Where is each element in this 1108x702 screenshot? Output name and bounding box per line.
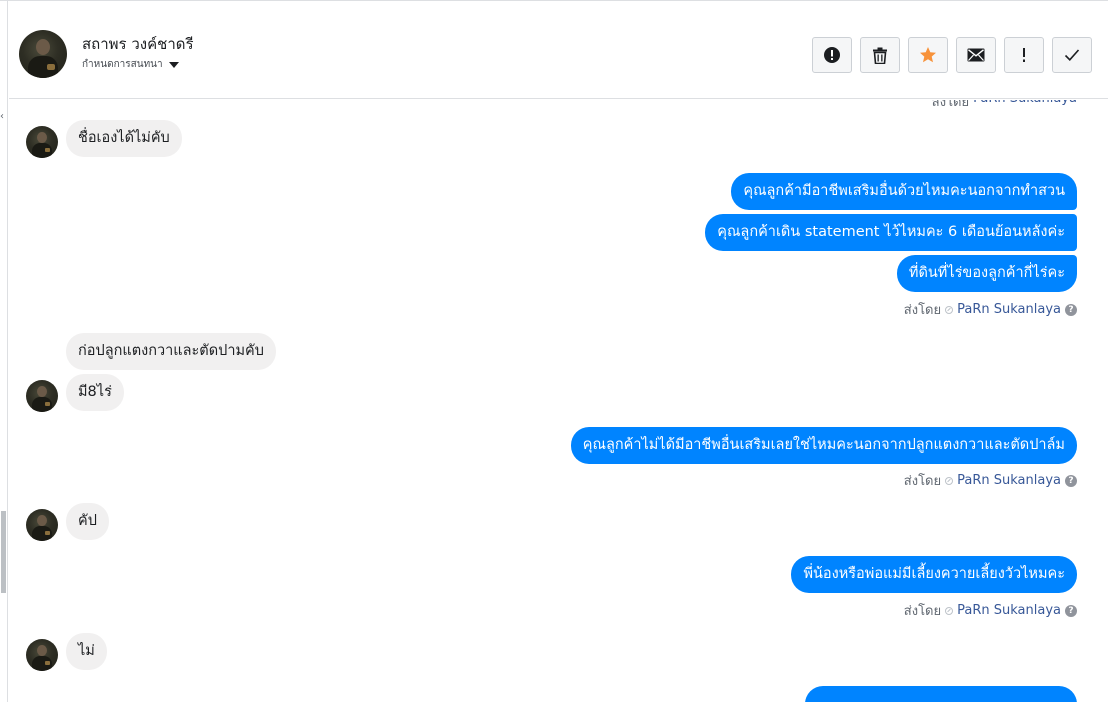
incoming-message[interactable]: มี8ไร่ <box>66 374 124 411</box>
exclamation-circle-icon <box>824 47 840 63</box>
contact-avatar-small[interactable] <box>26 126 58 158</box>
flag-button[interactable] <box>1004 37 1044 73</box>
outgoing-message[interactable]: คุณลูกค้ามีอาชีพเสริมอื่นด้วยไหมคะนอกจาก… <box>731 173 1077 210</box>
contact-avatar-small[interactable] <box>26 380 58 412</box>
collapse-caret-icon[interactable]: ‹ <box>0 111 4 122</box>
conversation-header: สถาพร วงค์ชาดรี กำหนดการสนทนา <box>9 11 1108 99</box>
agent-name[interactable]: PaRn Sukanlaya <box>973 100 1077 112</box>
star-button[interactable] <box>908 37 948 73</box>
sent-by-label: ส่งโดย PaRn Sukanlaya ? <box>904 600 1077 621</box>
star-icon <box>920 47 936 63</box>
sent-by-label: ส่งโดย PaRn Sukanlaya <box>932 100 1077 112</box>
seen-status-icon <box>945 606 954 615</box>
conversation-window: ‹ สถาพร วงค์ชาดรี กำหนดการสนทนา ส่งโดย ช… <box>0 0 1108 702</box>
incoming-message[interactable]: ชื่อเองได้ไม่คับ <box>66 120 182 157</box>
incoming-message[interactable]: คัป <box>66 503 109 540</box>
sent-by-label: ส่งโดย PaRn Sukanlaya ? <box>904 470 1077 491</box>
outgoing-message[interactable]: พี่น้องหรือพ่อแม่มีเลี้ยงควายเลี้ยงวัวไห… <box>791 556 1077 593</box>
exclamation-icon <box>1023 48 1025 62</box>
agent-name[interactable]: PaRn Sukanlaya <box>957 473 1061 488</box>
contact-name[interactable]: สถาพร วงค์ชาดรี <box>82 32 194 56</box>
conversation-settings-dropdown[interactable]: กำหนดการสนทนา <box>82 57 179 72</box>
message-thread[interactable]: ส่งโดย PaRn Sukanlaya ชื่อเองได้ไม่คับ ค… <box>9 100 1108 702</box>
delete-button[interactable] <box>860 37 900 73</box>
outgoing-message-partial[interactable] <box>805 686 1077 702</box>
check-icon <box>1064 49 1080 61</box>
contact-avatar-small[interactable] <box>26 509 58 541</box>
left-rail: ‹ <box>0 1 8 702</box>
agent-name[interactable]: PaRn Sukanlaya <box>957 302 1061 317</box>
header-toolbar <box>812 37 1092 73</box>
scrollbar-thumb[interactable] <box>1 511 6 593</box>
outgoing-message[interactable]: คุณลูกค้าเดิน statement ไว้ไหมคะ 6 เดือน… <box>705 214 1077 251</box>
mark-done-button[interactable] <box>1052 37 1092 73</box>
sent-by-prefix: ส่งโดย <box>931 100 970 110</box>
mark-unread-button[interactable] <box>956 37 996 73</box>
sent-by-label: ส่งโดย PaRn Sukanlaya ? <box>904 299 1077 320</box>
sent-by-prefix: ส่งโดย <box>903 474 942 489</box>
seen-status-icon <box>945 305 954 314</box>
caret-down-icon <box>168 61 179 68</box>
spam-report-button[interactable] <box>812 37 852 73</box>
sent-by-prefix: ส่งโดย <box>903 303 942 318</box>
contact-avatar[interactable] <box>19 30 67 78</box>
envelope-icon <box>967 48 985 62</box>
contact-avatar-small[interactable] <box>26 639 58 671</box>
help-icon[interactable]: ? <box>1065 303 1077 316</box>
seen-status-icon <box>945 476 954 485</box>
outgoing-message[interactable]: คุณลูกค้าไม่ได้มีอาชีพอื่นเสริมเลยใช่ไหม… <box>570 427 1077 464</box>
help-icon[interactable]: ? <box>1065 604 1077 617</box>
trash-icon <box>873 47 887 64</box>
outgoing-message[interactable]: ที่ดินที่ไร่ของลูกค้ากี่ไร่คะ <box>896 255 1077 292</box>
incoming-message[interactable]: ไม่ <box>66 633 107 670</box>
help-icon[interactable]: ? <box>1065 474 1077 487</box>
sent-by-prefix: ส่งโดย <box>903 604 942 619</box>
agent-name[interactable]: PaRn Sukanlaya <box>957 603 1061 618</box>
conversation-settings-label: กำหนดการสนทนา <box>82 59 163 70</box>
incoming-message[interactable]: ก่อปลูกแตงกวาและตัดปามคับ <box>66 333 276 370</box>
